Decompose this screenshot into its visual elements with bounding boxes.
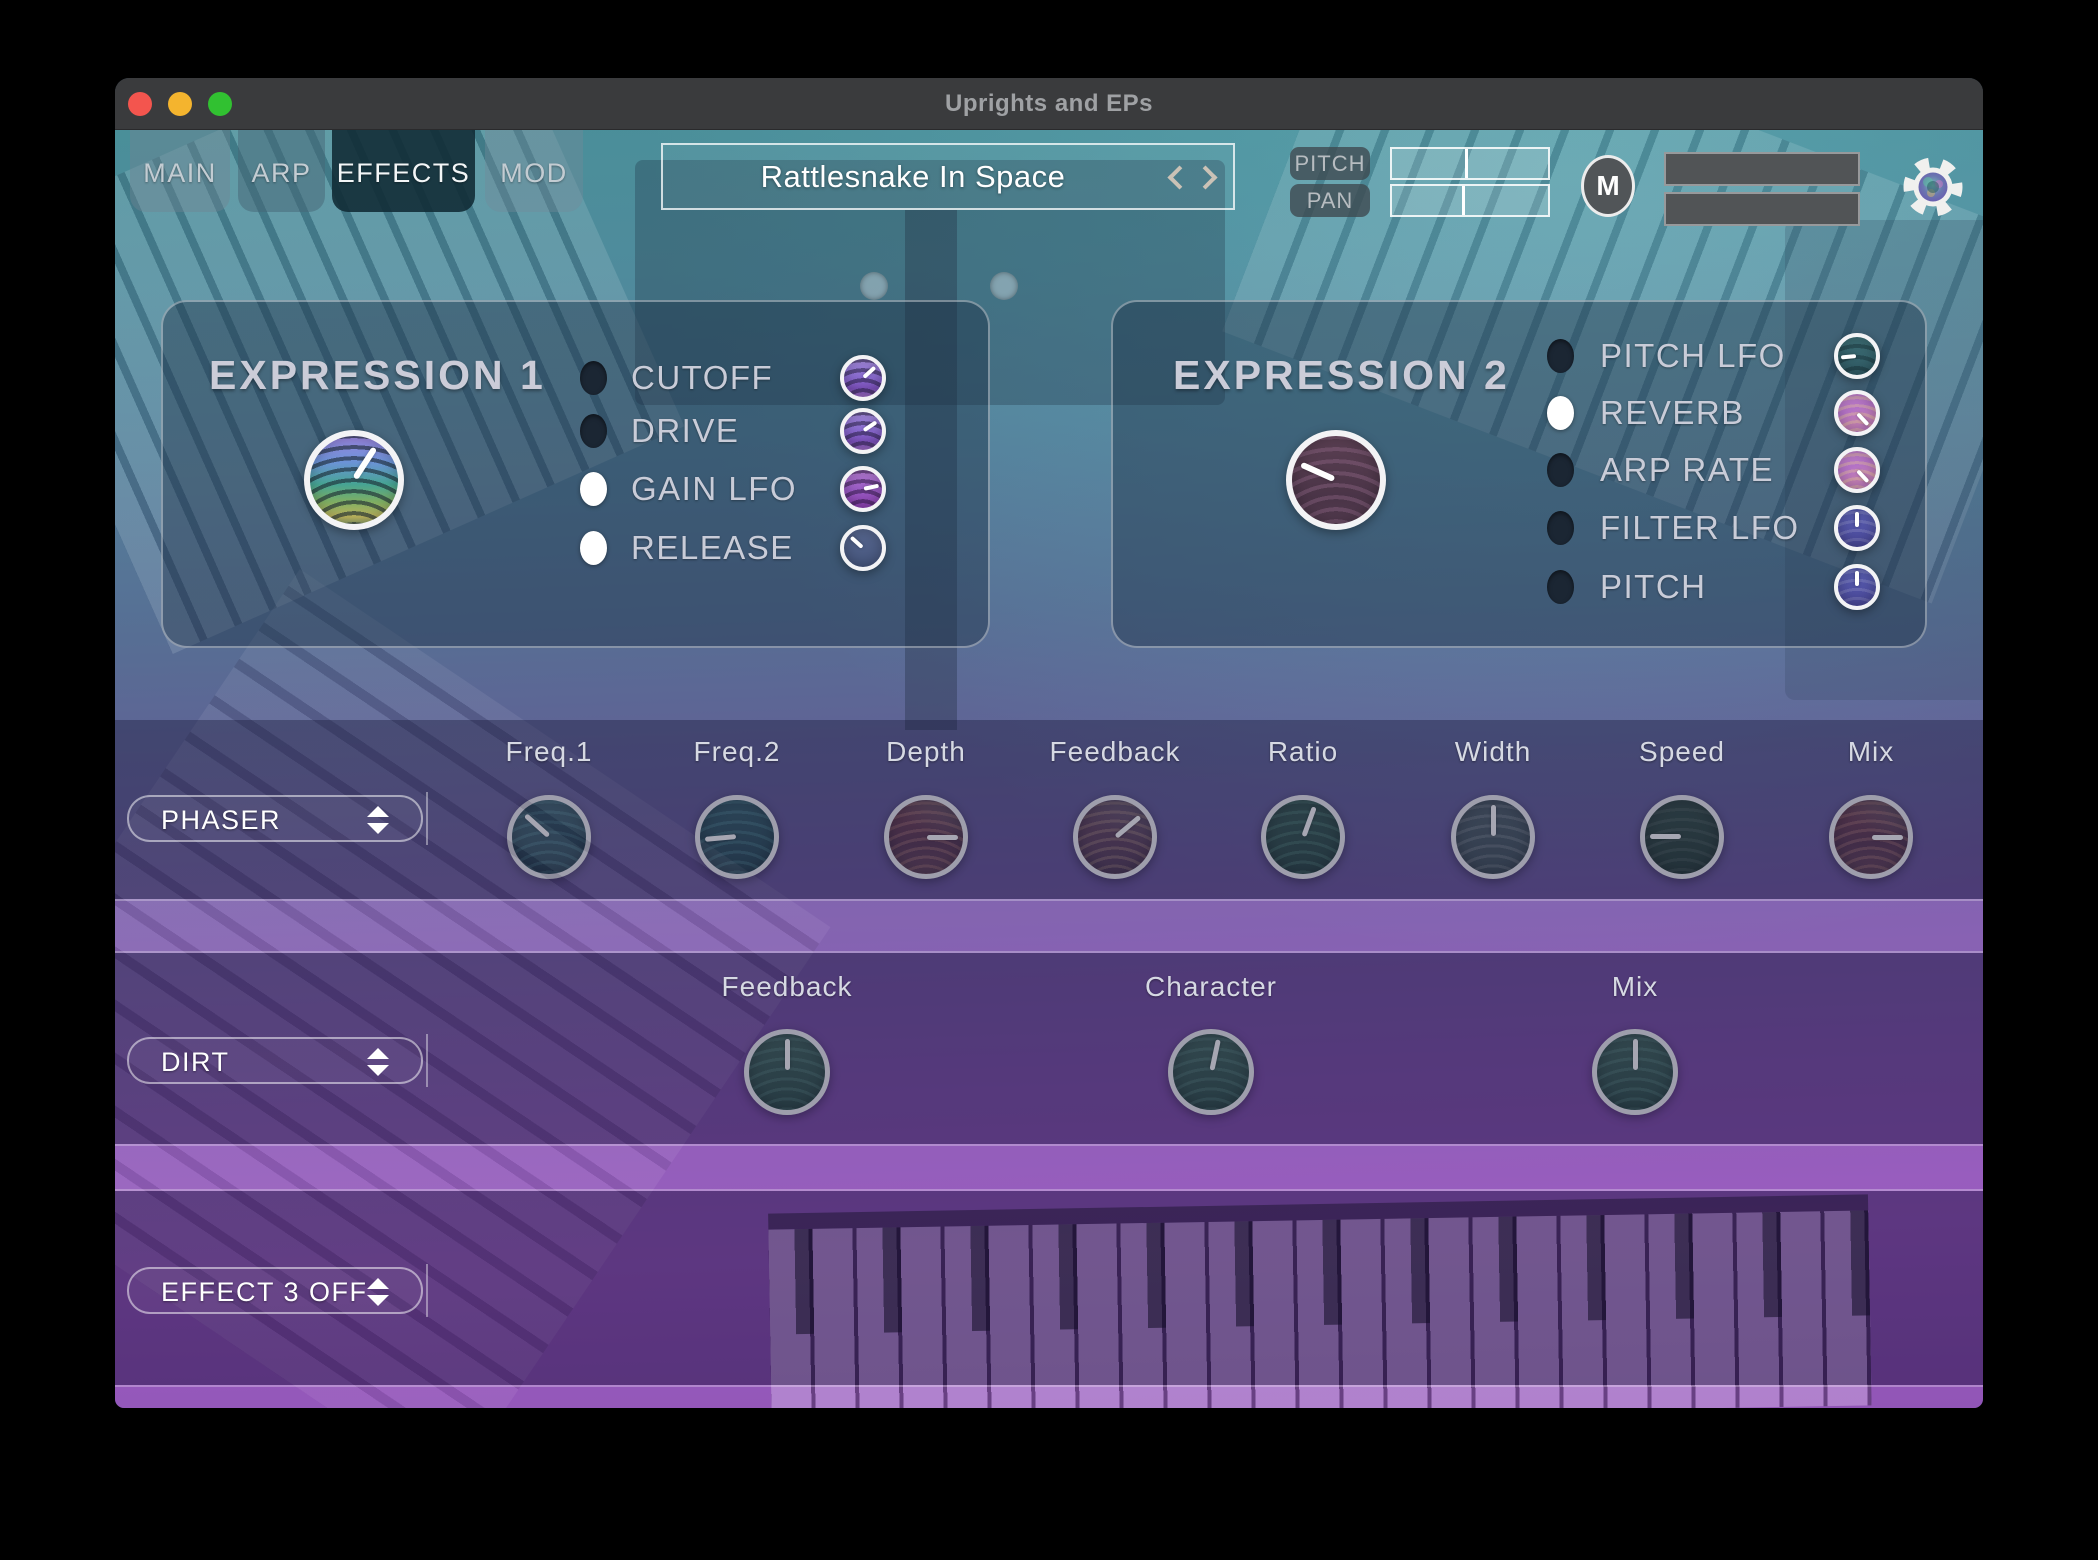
gain-lfo-knob[interactable]: [840, 466, 886, 512]
settings-gear-icon[interactable]: [1900, 154, 1966, 220]
preset-display[interactable]: Rattlesnake In Space: [661, 143, 1235, 210]
label-phaser-speed: Speed: [1572, 736, 1792, 768]
selector-divider-line: [426, 792, 428, 845]
preset-name: Rattlesnake In Space: [663, 145, 1163, 208]
up-down-triangles-icon[interactable]: [367, 1278, 389, 1306]
pitch-slider-handle[interactable]: [1465, 149, 1468, 178]
arp-rate-knob[interactable]: [1834, 447, 1880, 493]
tab-mod[interactable]: MOD: [485, 130, 583, 212]
radio-pitch[interactable]: [1547, 570, 1574, 604]
effect1-selector[interactable]: PHASER: [127, 795, 423, 842]
preset-next-chevron-icon[interactable]: [1193, 165, 1217, 189]
expression-2-main-knob[interactable]: [1286, 430, 1386, 530]
pan-label: PAN: [1290, 184, 1370, 217]
expression-1-panel: EXPRESSION 1 CUTOFF DRIVE GAIN LFO RELEASE: [161, 300, 990, 648]
pitch-slider[interactable]: [1390, 147, 1550, 180]
effect3-selector[interactable]: EFFECT 3 OFF: [127, 1267, 423, 1314]
radio-release[interactable]: [580, 531, 607, 565]
cutoff-knob[interactable]: [840, 355, 886, 401]
preset-prev-chevron-icon[interactable]: [1167, 165, 1191, 189]
effect3-selector-label: EFFECT 3 OFF: [161, 1269, 368, 1316]
label-gain-lfo: GAIN LFO: [631, 466, 951, 512]
pitch-label: PITCH: [1290, 147, 1370, 180]
divider-strip: [115, 1144, 1983, 1191]
up-down-triangles-icon[interactable]: [367, 1048, 389, 1076]
output-meter-left: [1664, 152, 1860, 186]
label-phaser-width: Width: [1383, 736, 1603, 768]
pitch-knob[interactable]: [1834, 564, 1880, 610]
label-phaser-freq-1: Freq.1: [439, 736, 659, 768]
label-phaser-depth: Depth: [816, 736, 1036, 768]
knob-pointer: [1836, 335, 1877, 376]
knob-pointer: [1838, 509, 1876, 547]
radio-filter-lfo[interactable]: [1547, 511, 1574, 545]
knob-pointer: [840, 466, 885, 511]
radio-gain-lfo[interactable]: [580, 472, 607, 506]
label-phaser-freq-2: Freq.2: [627, 736, 847, 768]
label-phaser-feedback: Feedback: [1005, 736, 1225, 768]
label-dirt-feedback: Feedback: [677, 971, 897, 1003]
titlebar: Uprights and EPs: [115, 78, 1983, 130]
label-phaser-mix: Mix: [1761, 736, 1981, 768]
expression-2-title: EXPRESSION 2: [1173, 352, 1510, 399]
pitch-lfo-knob[interactable]: [1834, 333, 1880, 379]
mute-button[interactable]: M: [1581, 155, 1635, 217]
divider-strip: [115, 1385, 1983, 1408]
knob-pointer: [1838, 568, 1876, 606]
expression-2-panel: EXPRESSION 2 PITCH LFOREVERBARP RATEFILT…: [1111, 300, 1927, 648]
up-down-triangles-icon[interactable]: [367, 806, 389, 834]
radio-reverb[interactable]: [1547, 396, 1574, 430]
reverb-knob[interactable]: [1834, 390, 1880, 436]
label-phaser-ratio: Ratio: [1193, 736, 1413, 768]
plugin-window: Uprights and EPs MAINARPEFFECTSMOD Rattl…: [115, 78, 1983, 1408]
effect1-selector-label: PHASER: [161, 797, 281, 844]
radio-arp-rate[interactable]: [1547, 453, 1574, 487]
pan-slider-handle[interactable]: [1462, 186, 1465, 215]
expression-1-main-knob[interactable]: [304, 430, 404, 530]
pan-slider[interactable]: [1390, 184, 1550, 217]
label-cutoff: CUTOFF: [631, 355, 951, 401]
selector-divider-line: [426, 1264, 428, 1317]
window-title: Uprights and EPs: [115, 78, 1983, 129]
radio-cutoff[interactable]: [580, 361, 607, 395]
knob-pointer: [293, 419, 415, 541]
effect2-selector-label: DIRT: [161, 1039, 230, 1086]
drive-knob[interactable]: [840, 408, 886, 454]
plugin-content: MAINARPEFFECTSMOD Rattlesnake In Space P…: [115, 130, 1983, 1408]
tab-arp[interactable]: ARP: [238, 130, 325, 212]
expression-1-title: EXPRESSION 1: [209, 352, 546, 399]
label-release: RELEASE: [631, 525, 951, 571]
radio-drive[interactable]: [580, 414, 607, 448]
effect2-selector[interactable]: DIRT: [127, 1037, 423, 1084]
tab-main[interactable]: MAIN: [130, 130, 230, 212]
selector-divider-line: [426, 1034, 428, 1087]
label-dirt-character: Character: [1101, 971, 1321, 1003]
output-meter-right: [1664, 192, 1860, 226]
radio-pitch-lfo[interactable]: [1547, 339, 1574, 373]
label-drive: DRIVE: [631, 408, 951, 454]
release-knob[interactable]: [840, 525, 886, 571]
tab-effects[interactable]: EFFECTS: [332, 130, 475, 212]
label-dirt-mix: Mix: [1525, 971, 1745, 1003]
knob-pointer: [1278, 422, 1394, 538]
divider-strip: [115, 899, 1983, 953]
filter-lfo-knob[interactable]: [1834, 505, 1880, 551]
